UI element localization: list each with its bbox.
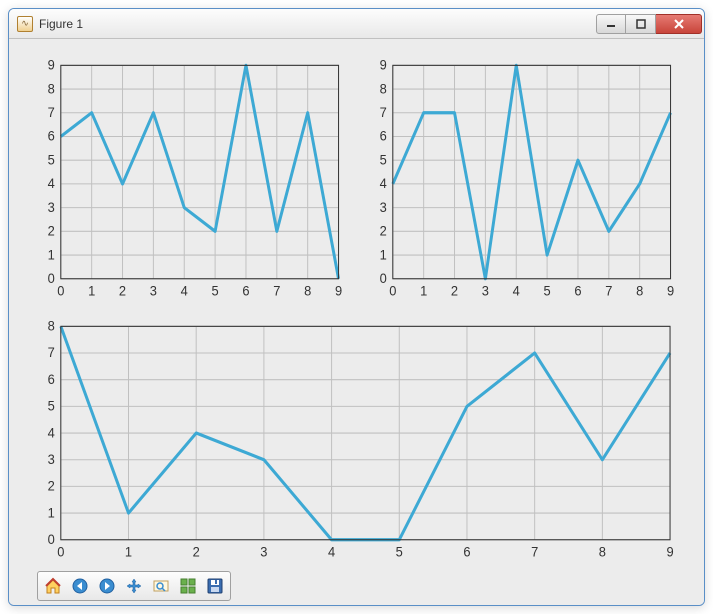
svg-text:6: 6 — [379, 128, 386, 143]
forward-button[interactable] — [94, 574, 120, 598]
svg-text:5: 5 — [379, 152, 386, 167]
y-axis-labels: 0 1 2 3 4 5 6 7 8 — [48, 320, 56, 547]
svg-text:0: 0 — [379, 271, 386, 286]
minimize-button[interactable] — [596, 14, 626, 34]
x-axis-labels: 0 1 2 3 4 5 6 7 8 9 — [389, 283, 674, 298]
line-series — [392, 65, 670, 278]
svg-text:5: 5 — [48, 152, 55, 167]
svg-text:3: 3 — [481, 283, 488, 298]
svg-text:2: 2 — [379, 223, 386, 238]
svg-text:9: 9 — [48, 59, 55, 73]
axes-spine — [61, 65, 339, 278]
svg-text:1: 1 — [420, 283, 427, 298]
y-axis-labels: 0 1 2 3 4 5 6 7 8 9 — [379, 59, 387, 286]
svg-text:3: 3 — [48, 199, 55, 214]
svg-text:4: 4 — [512, 283, 520, 298]
svg-text:8: 8 — [599, 544, 606, 559]
svg-text:4: 4 — [181, 283, 189, 298]
matplotlib-icon: ∿ — [17, 16, 33, 32]
svg-text:8: 8 — [48, 81, 55, 96]
axes-bottom[interactable]: 0 1 2 3 4 5 6 7 8 0 1 2 3 4 5 6 7 8 9 — [37, 320, 676, 563]
maximize-button[interactable] — [626, 14, 656, 34]
svg-text:7: 7 — [48, 105, 55, 120]
x-axis-labels: 0 1 2 3 4 5 6 7 8 9 — [57, 544, 673, 559]
grid — [61, 65, 339, 278]
home-button[interactable] — [40, 574, 66, 598]
grid — [61, 326, 670, 539]
svg-text:3: 3 — [150, 283, 157, 298]
figure-window: ∿ Figure 1 0 1 2 3 4 5 6 7 8 9 0 1 2 3 4 5 6 7 8 9 — [8, 8, 705, 606]
svg-text:1: 1 — [125, 544, 132, 559]
subplots-button[interactable] — [175, 574, 201, 598]
zoom-button[interactable] — [148, 574, 174, 598]
svg-text:2: 2 — [119, 283, 126, 298]
svg-text:8: 8 — [636, 283, 643, 298]
svg-text:5: 5 — [48, 398, 55, 413]
y-axis-labels: 0 1 2 3 4 5 6 7 8 9 — [48, 59, 56, 286]
svg-text:7: 7 — [273, 283, 280, 298]
svg-text:2: 2 — [48, 478, 55, 493]
svg-text:3: 3 — [379, 199, 386, 214]
svg-text:5: 5 — [396, 544, 403, 559]
svg-text:8: 8 — [379, 81, 386, 96]
svg-text:2: 2 — [450, 283, 457, 298]
svg-text:8: 8 — [48, 320, 55, 334]
svg-text:4: 4 — [328, 544, 336, 559]
svg-text:1: 1 — [379, 247, 386, 262]
svg-text:7: 7 — [48, 345, 55, 360]
axes-spine — [392, 65, 670, 278]
svg-text:8: 8 — [304, 283, 311, 298]
plot-grid: 0 1 2 3 4 5 6 7 8 9 0 1 2 3 4 5 6 7 8 9 0 1 2 3 4 5 6 7 8 9 0 1 2 3 4 5 6… — [37, 59, 676, 563]
axes-top-right[interactable]: 0 1 2 3 4 5 6 7 8 9 0 1 2 3 4 5 6 7 8 9 — [369, 59, 677, 302]
svg-text:9: 9 — [666, 283, 673, 298]
axes-top-left[interactable]: 0 1 2 3 4 5 6 7 8 9 0 1 2 3 4 5 6 7 8 9 — [37, 59, 345, 302]
window-controls — [596, 14, 702, 34]
figure-content: 0 1 2 3 4 5 6 7 8 9 0 1 2 3 4 5 6 7 8 9 0 1 2 3 4 5 6 7 8 9 0 1 2 3 4 5 6… — [9, 39, 704, 605]
svg-text:7: 7 — [605, 283, 612, 298]
svg-text:1: 1 — [48, 247, 55, 262]
back-button[interactable] — [67, 574, 93, 598]
svg-text:5: 5 — [212, 283, 219, 298]
svg-text:6: 6 — [463, 544, 470, 559]
svg-text:5: 5 — [543, 283, 550, 298]
line-series — [61, 65, 339, 278]
svg-text:0: 0 — [57, 283, 64, 298]
svg-text:6: 6 — [242, 283, 249, 298]
svg-text:6: 6 — [48, 128, 55, 143]
svg-text:0: 0 — [48, 271, 55, 286]
svg-text:0: 0 — [389, 283, 396, 298]
svg-text:2: 2 — [48, 223, 55, 238]
svg-text:7: 7 — [379, 105, 386, 120]
svg-text:1: 1 — [88, 283, 95, 298]
svg-text:3: 3 — [260, 544, 267, 559]
svg-text:0: 0 — [57, 544, 64, 559]
x-axis-labels: 0 1 2 3 4 5 6 7 8 9 — [57, 283, 342, 298]
save-button[interactable] — [202, 574, 228, 598]
svg-text:0: 0 — [48, 532, 55, 547]
svg-text:4: 4 — [48, 176, 56, 191]
svg-text:9: 9 — [666, 544, 673, 559]
svg-text:9: 9 — [335, 283, 342, 298]
grid — [392, 65, 670, 278]
svg-text:4: 4 — [379, 176, 387, 191]
nav-toolbar — [37, 571, 231, 601]
svg-text:6: 6 — [574, 283, 581, 298]
svg-text:2: 2 — [193, 544, 200, 559]
close-button[interactable] — [656, 14, 702, 34]
titlebar[interactable]: ∿ Figure 1 — [9, 9, 704, 39]
window-title: Figure 1 — [39, 17, 596, 31]
svg-text:9: 9 — [379, 59, 386, 73]
pan-button[interactable] — [121, 574, 147, 598]
svg-text:1: 1 — [48, 505, 55, 520]
svg-text:6: 6 — [48, 372, 55, 387]
svg-text:7: 7 — [531, 544, 538, 559]
svg-text:3: 3 — [48, 452, 55, 467]
svg-text:4: 4 — [48, 425, 56, 440]
